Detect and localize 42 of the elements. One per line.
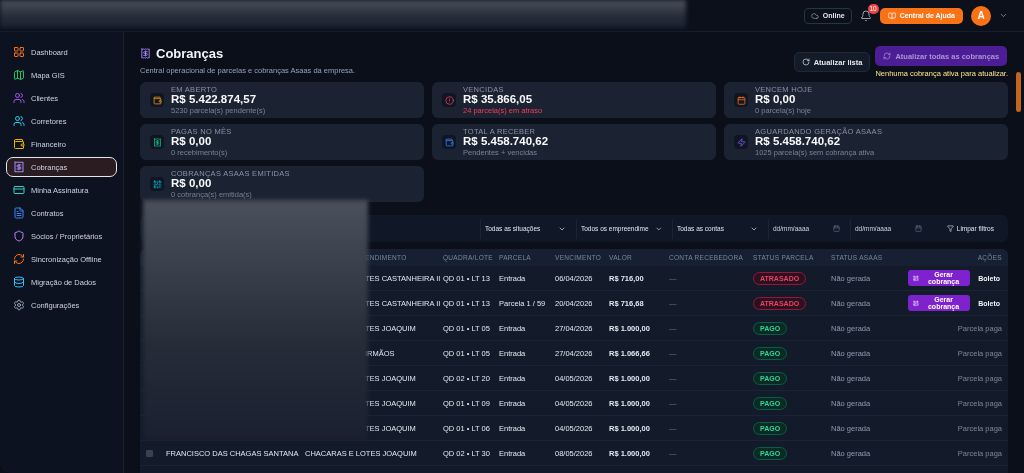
wallet-icon (444, 137, 454, 147)
cloud-icon (810, 11, 819, 20)
card-value: R$ 0,00 (755, 93, 797, 107)
card-value: R$ 35.866,05 (463, 93, 534, 107)
refresh-icon (883, 52, 892, 60)
qr-icon (913, 299, 919, 307)
calendar-icon (736, 95, 746, 105)
refresh-icon (801, 58, 810, 66)
card-value: R$ 0,00 (171, 177, 212, 191)
chevron-down-icon (654, 224, 662, 233)
card-value: R$ 5.458.740,62 (755, 135, 841, 149)
filter-icon (946, 225, 954, 232)
card-value: R$ 5.422.874,57 (171, 93, 258, 107)
lightning-icon (736, 137, 746, 147)
shield-icon (13, 230, 25, 242)
calendar-icon (833, 225, 840, 232)
chevron-down-icon[interactable] (999, 11, 1008, 20)
alert-icon (444, 95, 454, 105)
card-value: R$ 5.458.740,62 (463, 135, 549, 149)
settings-icon (13, 299, 25, 311)
scrollbar-thumb[interactable] (1016, 72, 1021, 112)
qr-icon (913, 274, 919, 282)
page-title: Cobranças (140, 46, 356, 61)
card-value: R$ 0,00 (171, 135, 213, 149)
users-icon (13, 92, 25, 104)
sync-icon (13, 253, 25, 265)
wallet-icon (152, 95, 162, 105)
wallet-icon (13, 138, 25, 150)
receipt-icon (140, 48, 151, 59)
qr-icon (152, 179, 162, 189)
grid-icon (13, 46, 25, 58)
card-icon (13, 184, 25, 196)
bell-icon[interactable] (859, 9, 872, 22)
users-icon (13, 115, 25, 127)
receipt-icon (152, 137, 162, 147)
map-icon (13, 69, 25, 81)
receipt-icon (13, 161, 25, 173)
database-icon (13, 276, 25, 288)
calendar-icon (915, 225, 922, 232)
document-icon (13, 207, 25, 219)
book-icon (887, 11, 896, 20)
row-checkbox[interactable] (146, 449, 153, 457)
